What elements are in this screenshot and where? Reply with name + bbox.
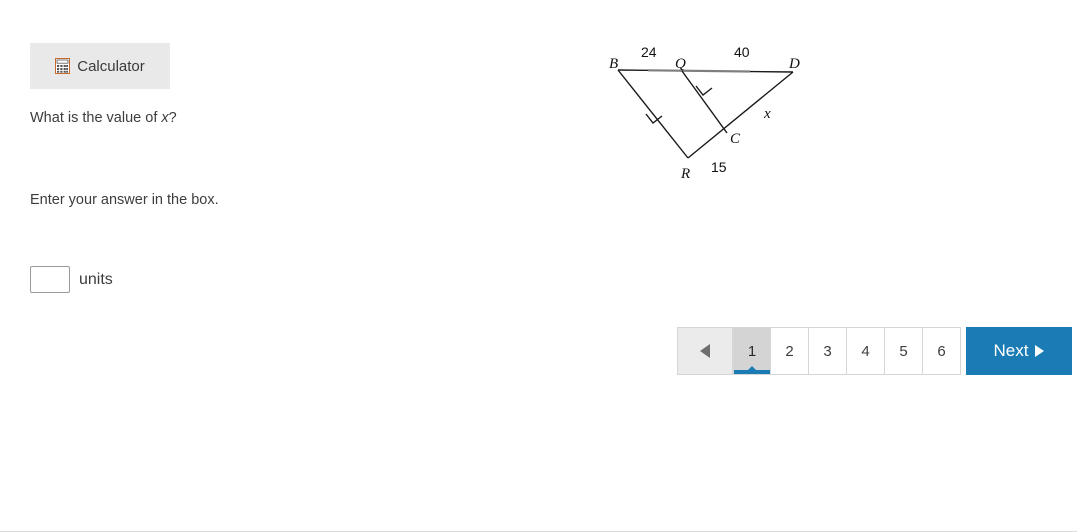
page-button-1[interactable]: 1: [733, 327, 771, 375]
question-text-before: What is the value of: [30, 110, 162, 126]
next-button[interactable]: Next: [966, 327, 1072, 375]
triangle-right-icon: [1035, 345, 1045, 357]
page-label-1: 1: [747, 342, 757, 360]
vertex-label-R: R: [680, 166, 690, 182]
geometry-figure: B Q D C R 24 40 15 x: [590, 30, 840, 200]
calculator-icon: [55, 58, 71, 74]
question-page: Calculator What is the value of x? Enter…: [0, 0, 1077, 532]
answer-input[interactable]: [30, 266, 70, 293]
vertex-label-C: C: [730, 131, 741, 147]
vertex-label-B: B: [609, 56, 618, 72]
answer-row: units: [30, 266, 113, 293]
question-text-after: ?: [168, 110, 177, 126]
answer-instruction: Enter your answer in the box.: [30, 192, 219, 208]
vertex-label-D: D: [788, 56, 800, 72]
page-button-6[interactable]: 6: [923, 327, 961, 375]
vertex-label-Q: Q: [675, 56, 686, 72]
question-prompt: What is the value of x?: [30, 110, 177, 126]
calculator-button[interactable]: Calculator: [30, 43, 170, 89]
calculator-label: Calculator: [77, 57, 145, 75]
measure-label-15: 15: [711, 159, 727, 175]
page-button-4[interactable]: 4: [847, 327, 885, 375]
page-label-3: 3: [823, 342, 832, 360]
pagination: 1 2 3 4 5 6 Next: [677, 327, 1072, 375]
measure-label-x: x: [763, 106, 771, 122]
page-label-5: 5: [899, 342, 908, 360]
page-button-2[interactable]: 2: [771, 327, 809, 375]
previous-page-button[interactable]: [677, 327, 733, 375]
units-label: units: [79, 270, 113, 288]
page-label-4: 4: [861, 342, 870, 360]
page-label-6: 6: [937, 342, 946, 360]
active-page-caret-icon: [747, 366, 757, 371]
triangle-left-icon: [700, 344, 710, 358]
page-button-5[interactable]: 5: [885, 327, 923, 375]
next-label: Next: [993, 341, 1029, 360]
page-button-3[interactable]: 3: [809, 327, 847, 375]
measure-label-24: 24: [641, 44, 657, 60]
page-number-list: 1 2 3 4 5 6: [733, 327, 961, 375]
question-variable: x: [161, 110, 169, 126]
page-label-2: 2: [785, 342, 794, 360]
measure-label-40: 40: [734, 44, 750, 60]
